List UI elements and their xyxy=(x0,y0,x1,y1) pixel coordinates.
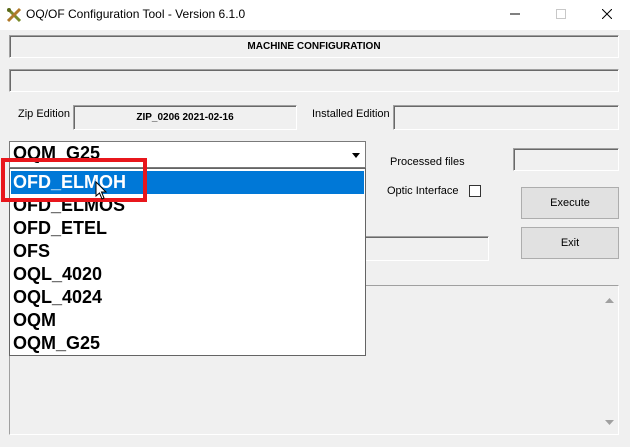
close-icon xyxy=(601,8,613,22)
window-title: OQ/OF Configuration Tool - Version 6.1.0 xyxy=(26,7,246,21)
close-button[interactable] xyxy=(584,0,630,30)
processed-files-field xyxy=(513,148,619,171)
exit-button[interactable]: Exit xyxy=(521,227,619,259)
exit-button-label: Exit xyxy=(560,237,580,249)
dropdown-option[interactable]: OQL_4020 xyxy=(11,263,364,286)
highlight-annotation xyxy=(1,158,147,202)
app-tools-icon xyxy=(6,7,22,23)
dropdown-option[interactable]: OQM xyxy=(11,309,364,332)
optic-interface-label: Optic Interface xyxy=(387,185,459,197)
installed-edition-field xyxy=(393,105,619,130)
zip-edition-label: Zip Edition xyxy=(18,108,70,120)
title-bar: OQ/OF Configuration Tool - Version 6.1.0 xyxy=(0,0,630,30)
installed-edition-label: Installed Edition xyxy=(312,108,390,120)
optic-interface-checkbox[interactable] xyxy=(469,185,481,197)
mouse-cursor-icon xyxy=(95,180,108,203)
scroll-up-icon[interactable] xyxy=(605,292,614,306)
header-title: MACHINE CONFIGURATION xyxy=(247,41,381,52)
maximize-icon xyxy=(556,8,566,22)
minimize-icon xyxy=(510,8,520,22)
processed-files-label: Processed files xyxy=(390,156,465,168)
zip-edition-field: ZIP_0206 2021-02-16 xyxy=(73,105,297,130)
dropdown-option[interactable]: OQL_4024 xyxy=(11,286,364,309)
status-field xyxy=(9,69,619,92)
execute-button-label: Execute xyxy=(550,197,590,209)
scroll-down-icon[interactable] xyxy=(605,414,614,428)
dropdown-option[interactable]: OFD_ETEL xyxy=(11,217,364,240)
log-scrollbar[interactable] xyxy=(601,286,618,434)
chevron-down-icon[interactable] xyxy=(347,143,364,167)
dropdown-option[interactable]: OQM_G25 xyxy=(11,332,364,355)
maximize-button xyxy=(538,0,584,30)
minimize-button[interactable] xyxy=(492,0,538,30)
machine-configuration-header: MACHINE CONFIGURATION xyxy=(9,35,619,58)
dropdown-option[interactable]: OFS xyxy=(11,240,364,263)
zip-edition-value: ZIP_0206 2021-02-16 xyxy=(136,112,234,123)
execute-button[interactable]: Execute xyxy=(521,187,619,219)
